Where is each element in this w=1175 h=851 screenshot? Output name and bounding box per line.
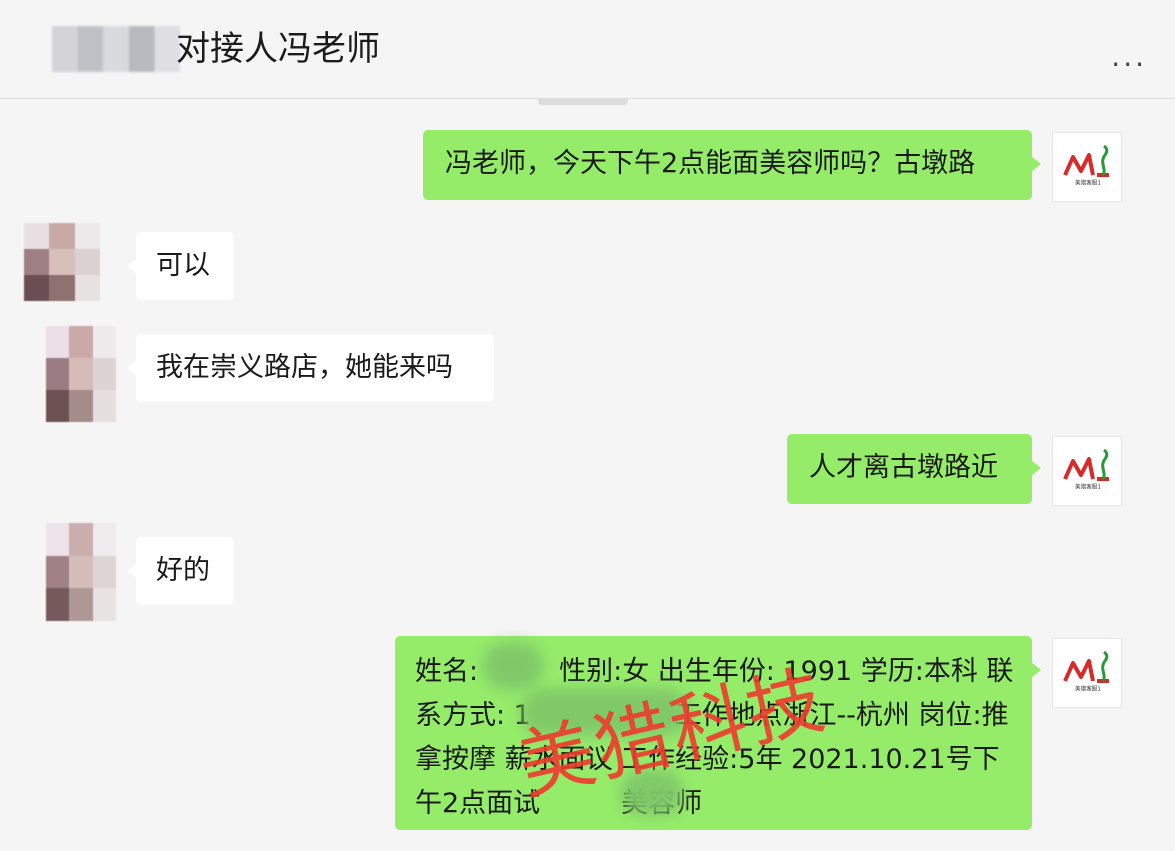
avatar-caption: 美猎客服1: [1075, 483, 1101, 491]
message-text: 我在崇义路店，她能来吗: [156, 352, 453, 383]
message-bubble-received[interactable]: 好的: [127, 537, 234, 605]
message-text: 可以: [156, 250, 210, 281]
contact-avatar[interactable]: [46, 326, 116, 422]
blurred-contact-name: [52, 26, 180, 72]
message-bubble-sent[interactable]: 人才离古墩路近: [787, 434, 1041, 504]
contact-avatar[interactable]: [24, 223, 100, 301]
contact-avatar[interactable]: [46, 523, 116, 621]
more-options-icon[interactable]: ...: [1111, 40, 1147, 73]
message-bubble-sent[interactable]: 冯老师，今天下午2点能面美容师吗？古墩路: [423, 130, 1041, 200]
privacy-blur: [482, 642, 544, 690]
message-bubble-received[interactable]: 我在崇义路店，她能来吗: [127, 334, 494, 402]
message-bubble-received[interactable]: 可以: [127, 232, 234, 300]
my-avatar[interactable]: 美猎客服1: [1052, 436, 1122, 506]
message-text: 好的: [156, 555, 210, 586]
message-text: 冯老师，今天下午2点能面美容师吗？古墩路: [445, 148, 976, 179]
my-avatar[interactable]: 美猎客服1: [1052, 638, 1122, 708]
ml-logo-icon: [1063, 145, 1109, 177]
ml-logo-icon: [1063, 449, 1109, 481]
avatar-caption: 美猎客服1: [1075, 685, 1101, 693]
my-avatar[interactable]: 美猎客服1: [1052, 132, 1122, 202]
chat-header: 对接人冯老师 ...: [0, 0, 1175, 99]
avatar-caption: 美猎客服1: [1075, 179, 1101, 187]
ml-logo-icon: [1063, 651, 1109, 683]
load-more-handle[interactable]: [538, 98, 628, 105]
message-text: 人才离古墩路近: [809, 452, 998, 483]
chat-title: 对接人冯老师: [176, 29, 380, 69]
